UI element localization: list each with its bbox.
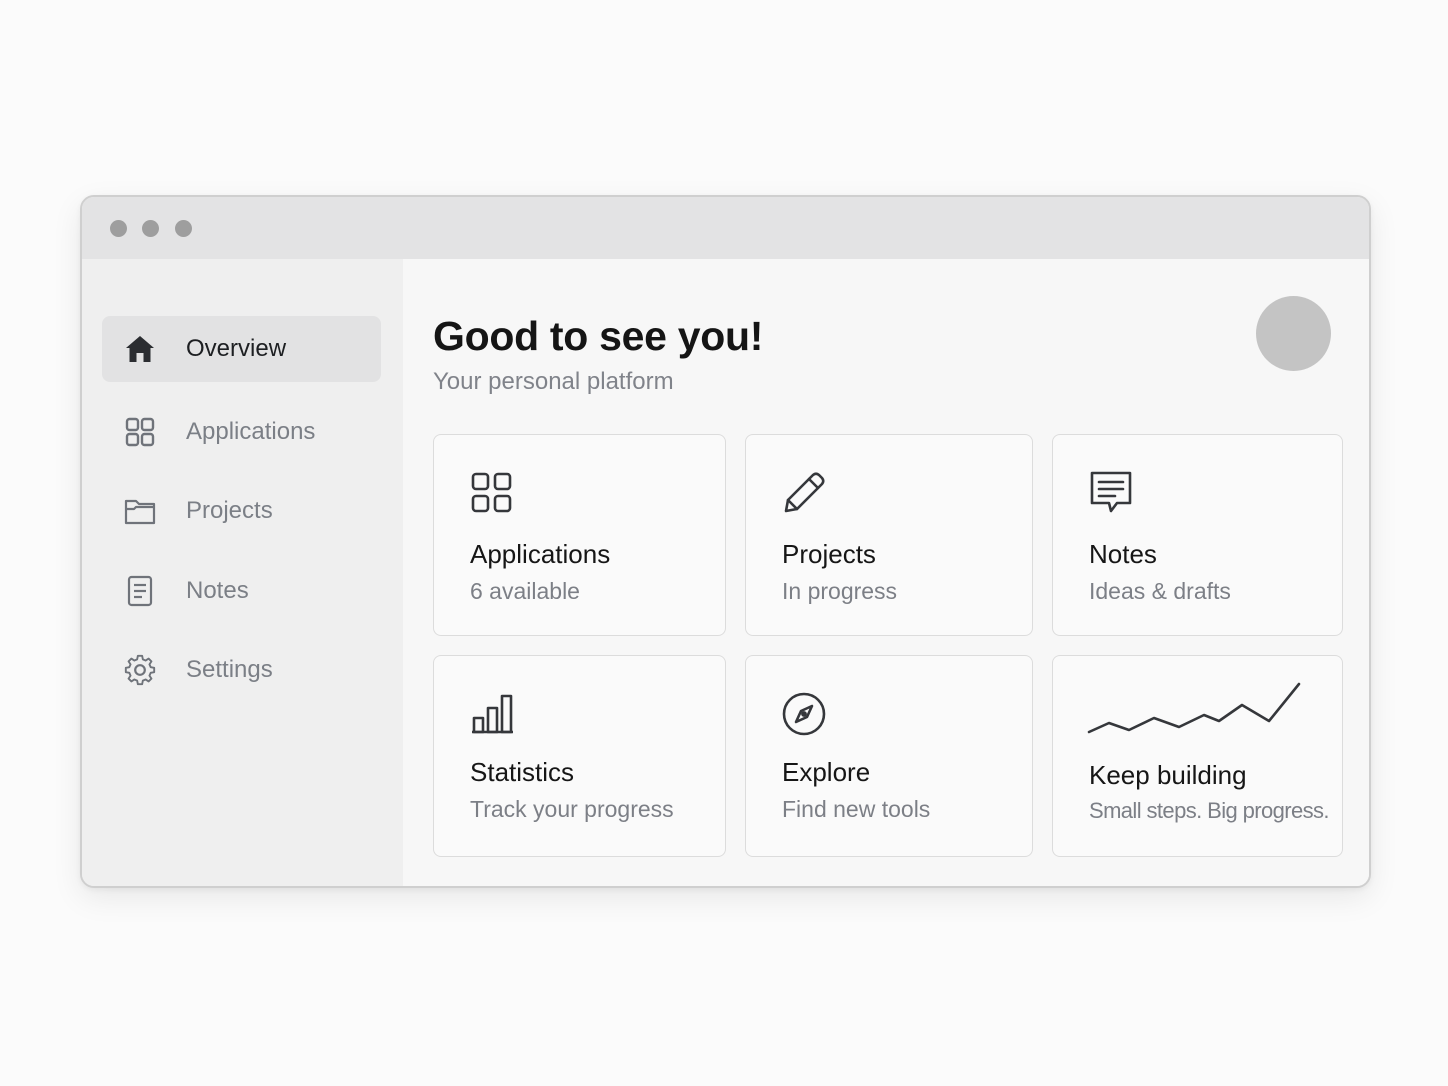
card-subtitle: Ideas & drafts (1089, 578, 1231, 604)
sidebar-item-label: Projects (186, 497, 273, 524)
card-subtitle: In progress (782, 578, 898, 604)
card-title: Projects (782, 539, 876, 569)
card-applications[interactable]: Applications 6 available (433, 434, 726, 636)
page-subtitle: Your personal platform (433, 368, 674, 395)
sidebar-item-projects[interactable]: Projects (102, 478, 381, 544)
sidebar-item-label: Overview (186, 335, 287, 362)
gear-icon (122, 652, 158, 688)
note-icon (1087, 469, 1135, 517)
close-dot[interactable] (110, 220, 127, 237)
card-statistics[interactable]: Statistics Track your progress (433, 655, 726, 857)
main-content: Good to see you! Your personal platform … (403, 259, 1369, 886)
sidebar-item-label: Notes (186, 577, 249, 604)
card-notes[interactable]: Notes Ideas & drafts (1052, 434, 1343, 636)
document-icon (122, 573, 158, 609)
card-title: Explore (782, 757, 871, 787)
card-explore[interactable]: Explore Find new tools (745, 655, 1033, 857)
card-keep-building[interactable]: Keep building Small steps. Big progress. (1052, 655, 1343, 857)
folder-icon (122, 493, 158, 529)
trend-line-icon (1087, 680, 1302, 745)
maximize-dot[interactable] (175, 220, 192, 237)
card-title: Applications (470, 539, 611, 569)
sidebar-item-applications[interactable]: Applications (102, 399, 381, 465)
grid-icon (122, 414, 158, 450)
pencil-icon (780, 469, 828, 517)
sidebar-item-notes[interactable]: Notes (102, 558, 381, 624)
title-bar (82, 197, 1369, 259)
sidebar: Overview Applications Projects Notes Set… (82, 259, 403, 886)
compass-icon (780, 690, 828, 738)
card-title: Statistics (470, 757, 575, 787)
sidebar-item-label: Settings (186, 656, 273, 683)
bar-chart-icon (468, 690, 516, 738)
home-icon (122, 331, 158, 367)
app-window: Overview Applications Projects Notes Set… (80, 195, 1371, 888)
card-subtitle: Track your progress (470, 796, 674, 822)
card-subtitle: Small steps. Big progress. (1089, 798, 1330, 823)
grid-icon (468, 469, 516, 517)
avatar[interactable] (1256, 296, 1331, 371)
card-title: Notes (1089, 539, 1157, 569)
sidebar-item-label: Applications (186, 418, 316, 445)
minimize-dot[interactable] (142, 220, 159, 237)
page-title: Good to see you! (433, 313, 764, 359)
card-subtitle: Find new tools (782, 796, 931, 822)
sidebar-item-settings[interactable]: Settings (102, 637, 381, 703)
card-projects[interactable]: Projects In progress (745, 434, 1033, 636)
sidebar-item-overview[interactable]: Overview (102, 316, 381, 382)
card-title: Keep building (1089, 760, 1247, 790)
card-subtitle: 6 available (470, 578, 580, 604)
